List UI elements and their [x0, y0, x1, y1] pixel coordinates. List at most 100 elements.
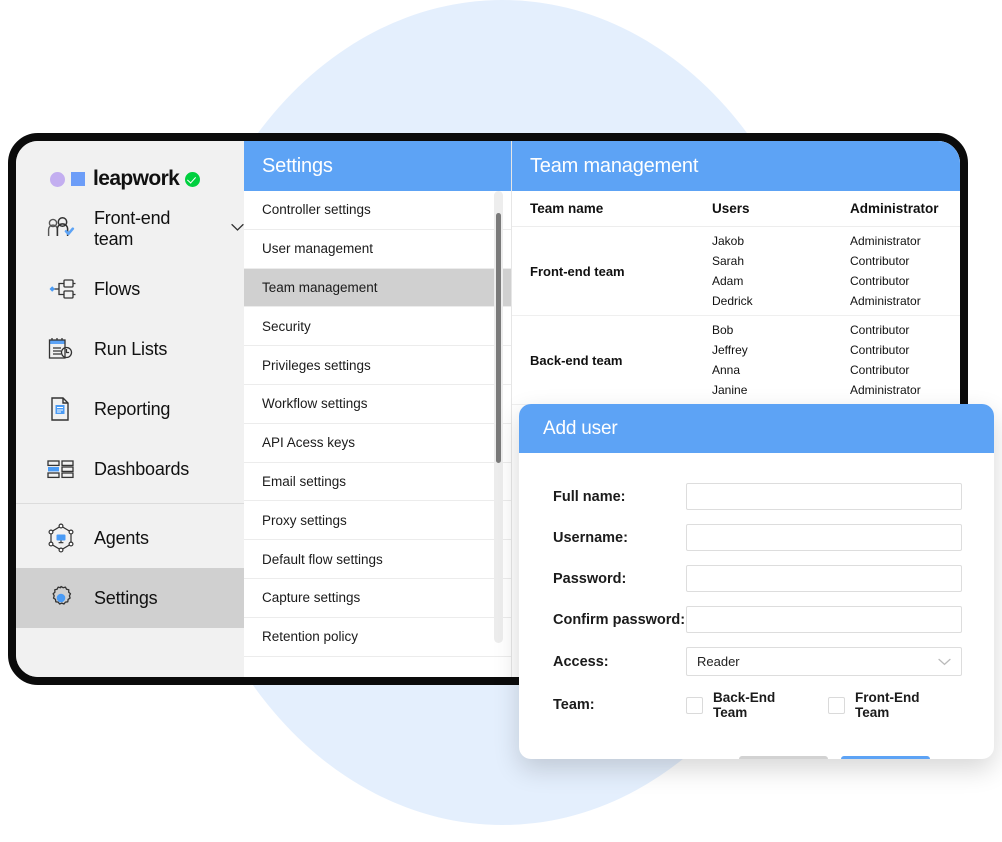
checkbox-front-end-team-label: Front-End Team [855, 690, 920, 720]
settings-item-email-settings[interactable]: Email settings [244, 463, 511, 502]
dialog-actions: Cancel Save [553, 734, 962, 759]
settings-item-workflow-settings[interactable]: Workflow settings [244, 385, 511, 424]
settings-item-user-management[interactable]: User management [244, 230, 511, 269]
username-label: Username: [553, 529, 628, 546]
column-header-users: Users [712, 201, 750, 216]
column-header-administrator: Administrator [850, 201, 939, 216]
sidebar-item-run-lists[interactable]: Run Lists [16, 319, 244, 379]
settings-item-default-flow-settings[interactable]: Default flow settings [244, 540, 511, 579]
settings-item-label: Capture settings [262, 590, 361, 606]
sidebar-item-label: Run Lists [94, 338, 168, 359]
settings-item-label: Default flow settings [262, 551, 383, 567]
settings-item-label: API Acess keys [262, 435, 356, 451]
table-row[interactable]: Front-end team Jakob Sarah Adam Dedrick … [512, 227, 960, 316]
sidebar-item-flows[interactable]: Flows [16, 259, 244, 319]
settings-menu-list: Controller settings User management Team… [244, 191, 511, 657]
sidebar-item-front-end-team[interactable]: Front-end team [16, 199, 244, 259]
settings-item-security[interactable]: Security [244, 307, 511, 347]
cell-users: Jakob Sarah Adam Dedrick [712, 227, 850, 315]
checkbox-front-end-team[interactable] [828, 696, 845, 714]
logo-circle-icon [50, 171, 65, 187]
settings-item-label: Security [262, 318, 311, 334]
user-name: Adam [712, 274, 744, 288]
settings-item-label: Team management [262, 279, 378, 295]
cell-roles: Contributor Contributor Contributor Admi… [850, 316, 960, 404]
settings-item-team-management[interactable]: Team management [244, 268, 511, 308]
table-row[interactable]: Back-end team Bob Jeffrey Anna Janine Co… [512, 316, 960, 405]
checkbox-back-end-team[interactable] [686, 696, 703, 714]
chevron-down-icon[interactable] [231, 223, 244, 235]
field-row-access: Access: Reader [553, 647, 962, 676]
settings-item-capture-settings[interactable]: Capture settings [244, 579, 511, 618]
password-field[interactable] [686, 565, 962, 592]
user-name: Bob [712, 323, 734, 337]
settings-item-label: Proxy settings [262, 512, 347, 528]
field-row-full-name: Full name: [553, 483, 962, 510]
dashboards-icon [44, 454, 78, 484]
sidebar-item-settings[interactable]: Settings [16, 568, 244, 628]
access-label: Access: [553, 653, 609, 670]
cell-roles: Administrator Contributor Contributor Ad… [850, 227, 960, 315]
user-role: Contributor [850, 254, 910, 268]
logo-square-icon [71, 172, 85, 186]
settings-scrollbar-thumb[interactable] [496, 213, 501, 463]
settings-item-privileges-settings[interactable]: Privileges settings [244, 346, 511, 385]
column-header-team-name: Team name [530, 201, 604, 216]
full-name-label: Full name: [553, 488, 626, 505]
user-role: Contributor [850, 343, 910, 357]
user-role: Contributor [850, 323, 910, 337]
chevron-down-icon [938, 655, 951, 669]
settings-item-label: Email settings [262, 473, 347, 489]
logo-check-icon [185, 171, 201, 187]
settings-scrollbar[interactable] [494, 191, 503, 643]
cell-team-name: Back-end team [530, 352, 623, 368]
sidebar-item-label: Reporting [94, 398, 171, 419]
settings-panel: Settings Controller settings User manage… [244, 141, 512, 677]
sidebar-item-dashboards[interactable]: Dashboards [16, 439, 244, 499]
sidebar-item-label: Agents [94, 527, 149, 548]
cancel-button[interactable]: Cancel [739, 756, 828, 759]
settings-item-controller-settings[interactable]: Controller settings [244, 191, 511, 230]
field-row-username: Username: [553, 524, 962, 551]
settings-item-retention-policy[interactable]: Retention policy [244, 618, 511, 657]
sidebar-item-label: Flows [94, 278, 141, 299]
user-name: Anna [712, 363, 741, 377]
cell-users: Bob Jeffrey Anna Janine [712, 316, 850, 404]
settings-item-label: Retention policy [262, 629, 359, 645]
cell-team-name: Front-end team [530, 263, 625, 279]
field-row-team: Team: Back-End Team Front-End Team [553, 690, 962, 720]
sidebar: leapwork Front-end team Flows Run Lists … [16, 141, 244, 677]
field-row-password: Password: [553, 565, 962, 592]
sidebar-item-agents[interactable]: Agents [16, 508, 244, 568]
add-user-dialog: Add user Full name: Username: Password: … [519, 404, 994, 759]
sidebar-divider [16, 503, 244, 504]
save-button[interactable]: Save [841, 756, 930, 759]
confirm-password-field[interactable] [686, 606, 962, 633]
user-role: Administrator [850, 234, 921, 248]
table-header-row: Team name Users Administrator [512, 191, 960, 227]
gear-icon [44, 583, 78, 613]
users-team-icon [44, 214, 78, 244]
dialog-title: Add user [519, 404, 994, 453]
user-name: Sarah [712, 254, 745, 268]
settings-item-label: Privileges settings [262, 357, 371, 373]
username-field[interactable] [686, 524, 962, 551]
password-label: Password: [553, 570, 627, 587]
agents-icon [44, 523, 78, 553]
screenshot-root: leapwork Front-end team Flows Run Lists … [0, 0, 1002, 842]
sidebar-item-label: Front-end team [94, 208, 171, 249]
access-select[interactable]: Reader [686, 647, 962, 676]
settings-item-proxy-settings[interactable]: Proxy settings [244, 501, 511, 541]
settings-panel-title: Settings [244, 141, 511, 191]
user-name: Janine [712, 383, 748, 397]
team-table: Team name Users Administrator Front-end … [512, 191, 960, 405]
checkbox-back-end-team-label: Back-End Team [713, 690, 776, 720]
user-role: Administrator [850, 294, 921, 308]
sidebar-item-reporting[interactable]: Reporting [16, 379, 244, 439]
full-name-field[interactable] [686, 483, 962, 510]
flows-icon [44, 274, 78, 304]
field-row-confirm-password: Confirm password: [553, 606, 962, 633]
settings-item-api-access-keys[interactable]: API Acess keys [244, 424, 511, 463]
user-role: Administrator [850, 383, 921, 397]
user-role: Contributor [850, 363, 910, 377]
